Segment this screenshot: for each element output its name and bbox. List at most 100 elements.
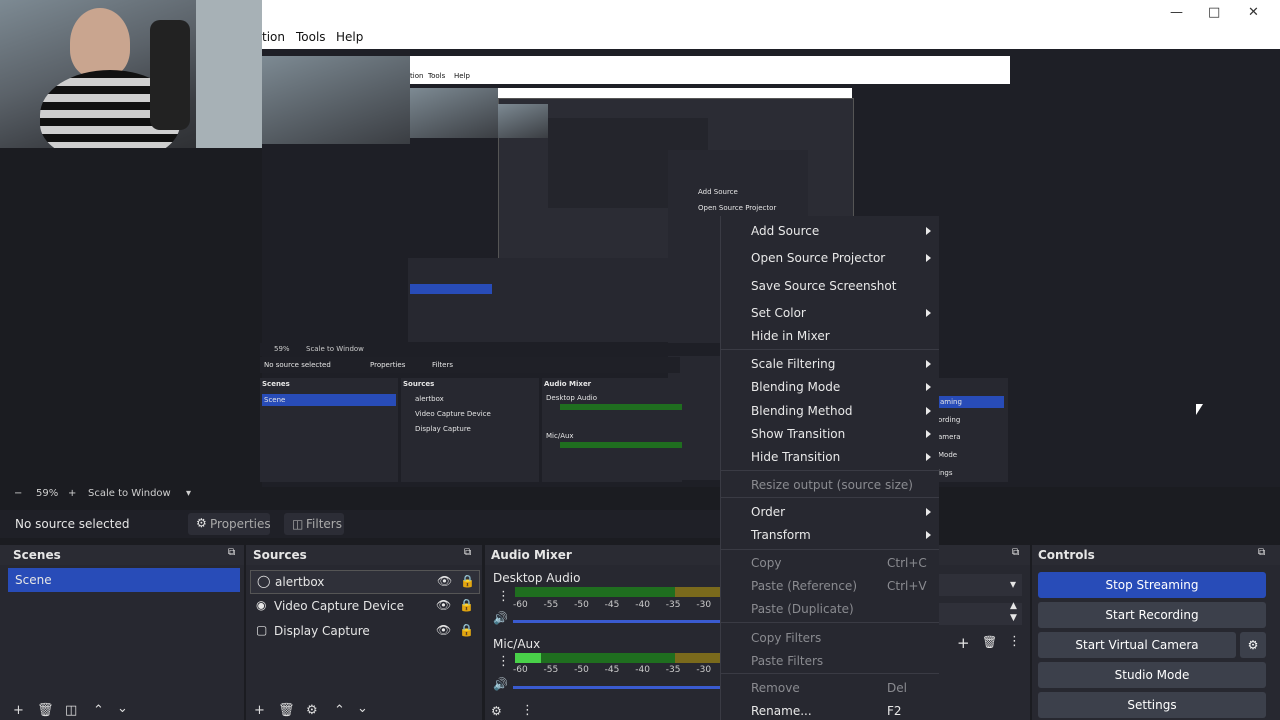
menu-item-save-source-screenshot[interactable]: Save Source Screenshot bbox=[751, 279, 896, 293]
nested-scenes-dock: Scenes Scene bbox=[260, 378, 398, 482]
menu-item-transform[interactable]: Transform bbox=[751, 528, 811, 542]
up-icon[interactable]: ⌃ bbox=[93, 703, 104, 718]
maximize-icon[interactable]: □ bbox=[1208, 5, 1220, 20]
virtual-camera-settings-button[interactable]: ⚙ bbox=[1240, 632, 1266, 658]
filter-icon: ◫ bbox=[292, 517, 304, 531]
filters-button[interactable]: ◫ Filters bbox=[284, 513, 344, 535]
plus-icon[interactable]: + bbox=[13, 703, 24, 718]
menu-item-show-transition[interactable]: Show Transition bbox=[751, 427, 845, 441]
menu-item-tools[interactable]: Tools bbox=[296, 30, 326, 44]
stop-streaming-button[interactable]: Stop Streaming bbox=[1038, 572, 1266, 598]
properties-label: Properties bbox=[210, 517, 271, 531]
menu-item-scale-filtering[interactable]: Scale Filtering bbox=[751, 357, 835, 371]
nested-docks-2 bbox=[408, 258, 668, 342]
nested-webcam-1 bbox=[262, 56, 410, 144]
zoom-in-button[interactable]: + bbox=[68, 488, 76, 499]
menu-item-hide-transition[interactable]: Hide Transition bbox=[751, 450, 840, 464]
menu-item-add-source[interactable]: Add Source bbox=[751, 224, 819, 238]
menu-item-set-color[interactable]: Set Color bbox=[751, 306, 806, 320]
menu-item-rename[interactable]: Rename... bbox=[751, 704, 812, 718]
down-icon[interactable]: ⌄ bbox=[357, 701, 368, 716]
start-recording-button[interactable]: Start Recording bbox=[1038, 602, 1266, 628]
speaker-icon[interactable]: 🔊 bbox=[493, 611, 508, 625]
up-icon[interactable]: ▲ bbox=[1010, 601, 1017, 611]
nested-scene-row: Scene bbox=[262, 394, 396, 406]
lock-icon[interactable]: 🔒 bbox=[459, 623, 474, 637]
menu-item-section[interactable]: tion bbox=[262, 30, 285, 44]
gear-icon[interactable]: ⚙ bbox=[491, 704, 502, 718]
more-icon[interactable]: ⋮ bbox=[1008, 634, 1021, 649]
undock-icon[interactable]: ⧉ bbox=[228, 547, 235, 558]
eye-icon[interactable]: 👁 bbox=[436, 598, 451, 612]
menu-item-hide-in-mixer[interactable]: Hide in Mixer bbox=[751, 329, 830, 343]
chevron-down-icon[interactable]: ▾ bbox=[186, 488, 191, 499]
transition-select[interactable]: ▾ bbox=[938, 574, 1022, 596]
nested-webcam-3 bbox=[498, 104, 548, 138]
speaker-icon[interactable]: 🔊 bbox=[493, 677, 508, 691]
desktop-audio-meter-yellow bbox=[675, 587, 720, 597]
camera-icon: ◉ bbox=[256, 598, 267, 612]
source-row-video-capture[interactable]: ◉ Video Capture Device 👁 🔒 bbox=[250, 595, 478, 617]
gear-icon[interactable]: ⚙ bbox=[306, 703, 318, 718]
nested-controls-dock: aming ording amera Mode ings bbox=[936, 378, 1008, 482]
menu-item-paste-filters: Paste Filters bbox=[751, 654, 824, 668]
down-icon[interactable]: ⌄ bbox=[117, 701, 128, 716]
scene-item[interactable]: Scene bbox=[8, 568, 240, 592]
menu-item-blending-method[interactable]: Blending Method bbox=[751, 404, 853, 418]
down-icon[interactable]: ▼ bbox=[1010, 613, 1017, 623]
shortcut-paste: Ctrl+V bbox=[887, 579, 927, 593]
menu-item-blending-mode[interactable]: Blending Mode bbox=[751, 380, 840, 394]
more-icon[interactable]: ⋮ bbox=[521, 703, 534, 718]
sources-header: Sources ⧉ bbox=[246, 545, 482, 565]
settings-button[interactable]: Settings bbox=[1038, 692, 1266, 718]
menu-item-open-source-projector[interactable]: Open Source Projector bbox=[751, 251, 885, 265]
source-row-alertbox[interactable]: ◯ alertbox 👁 🔒 bbox=[250, 570, 480, 594]
scale-mode-select[interactable]: Scale to Window bbox=[88, 488, 171, 499]
menu-item-order[interactable]: Order bbox=[751, 505, 785, 519]
zoom-out-button[interactable]: − bbox=[14, 488, 22, 499]
plus-icon[interactable]: + bbox=[957, 634, 970, 652]
eye-icon[interactable]: 👁 bbox=[436, 623, 451, 637]
start-virtual-camera-button[interactable]: Start Virtual Camera bbox=[1038, 632, 1236, 658]
zoom-row: − 59% + Scale to Window ▾ bbox=[0, 487, 1280, 505]
chevron-right-icon bbox=[926, 360, 931, 368]
browser-icon: ◯ bbox=[257, 574, 271, 588]
desktop-audio-volume-slider[interactable] bbox=[513, 620, 720, 623]
menu-item-paste-reference: Paste (Reference) bbox=[751, 579, 857, 593]
trash-icon[interactable]: 🗑 bbox=[982, 635, 997, 649]
controls-header: Controls ⧉ bbox=[1032, 545, 1280, 565]
menu-separator bbox=[721, 549, 939, 550]
trash-icon[interactable]: 🗑 bbox=[278, 703, 295, 718]
menu-separator bbox=[721, 497, 939, 498]
studio-mode-button[interactable]: Studio Mode bbox=[1038, 662, 1266, 688]
webcam-person-head bbox=[70, 8, 130, 78]
undock-icon[interactable]: ⧉ bbox=[464, 547, 471, 558]
undock-icon[interactable]: ⧉ bbox=[1012, 547, 1019, 558]
filter-icon[interactable]: ◫ bbox=[65, 703, 77, 718]
mic-volume-slider[interactable] bbox=[513, 686, 720, 689]
plus-icon[interactable]: + bbox=[254, 703, 265, 718]
source-row-display-capture[interactable]: ▢ Display Capture 👁 🔒 bbox=[250, 620, 478, 642]
sources-title: Sources bbox=[253, 548, 307, 562]
scenes-title: Scenes bbox=[13, 548, 61, 562]
minimize-icon[interactable]: — bbox=[1170, 5, 1183, 20]
duration-spinbox[interactable]: ▲ ▼ bbox=[938, 601, 1022, 625]
nested-scenes-header: Scenes bbox=[262, 380, 290, 388]
webcam-chair bbox=[150, 20, 190, 130]
controls-title: Controls bbox=[1038, 548, 1095, 562]
menu-separator bbox=[721, 349, 939, 350]
nested-status-text: No source selected bbox=[264, 361, 331, 369]
shortcut-copy: Ctrl+C bbox=[887, 556, 927, 570]
more-icon[interactable]: ⋮ bbox=[497, 589, 510, 604]
lock-icon[interactable]: 🔒 bbox=[459, 598, 474, 612]
close-icon[interactable]: ✕ bbox=[1248, 5, 1259, 20]
nested-title-bar bbox=[410, 56, 1010, 70]
menu-item-help[interactable]: Help bbox=[336, 30, 363, 44]
eye-icon[interactable]: 👁 bbox=[437, 574, 452, 588]
up-icon[interactable]: ⌃ bbox=[334, 703, 345, 718]
trash-icon[interactable]: 🗑 bbox=[37, 703, 54, 718]
undock-icon[interactable]: ⧉ bbox=[1258, 547, 1265, 558]
more-icon[interactable]: ⋮ bbox=[497, 654, 510, 669]
lock-icon[interactable]: 🔒 bbox=[460, 574, 475, 588]
properties-button[interactable]: ⚙ Properties bbox=[188, 513, 271, 535]
